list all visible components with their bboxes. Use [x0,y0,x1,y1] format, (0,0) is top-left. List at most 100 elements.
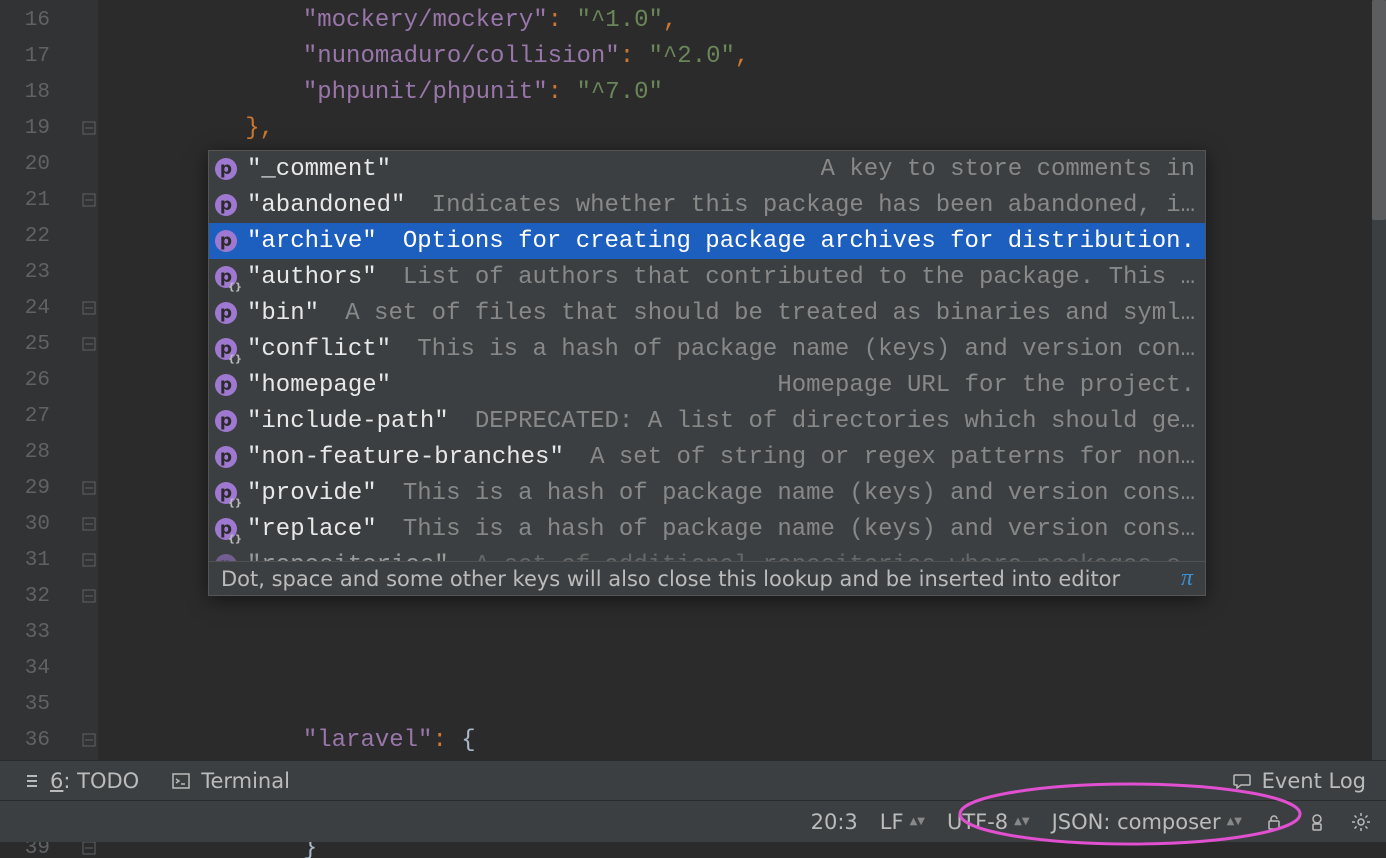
gutter-line[interactable]: 34 [0,650,98,686]
fold-icon[interactable] [82,481,96,495]
completion-item-label: "non-feature-branches" [247,444,564,471]
code-line[interactable]: }, [98,110,1386,146]
gutter-line[interactable]: 28 [0,434,98,470]
fold-icon[interactable] [82,121,96,135]
fold-icon[interactable] [82,733,96,747]
todo-label: : TODO [63,769,139,793]
todo-accel: 6 [50,769,63,793]
fold-icon[interactable] [82,841,96,855]
gutter-line[interactable]: 16 [0,2,98,38]
property-icon: p [215,554,237,561]
completion-item-desc: A set of additional repositories where p… [475,552,1195,562]
completion-item-label: "homepage" [247,372,391,399]
scrollbar-thumb[interactable] [1372,0,1386,220]
gutter-line[interactable]: 24 [0,290,98,326]
completion-popup: p"_comment"A key to store comments inp"a… [208,150,1206,596]
gutter-line[interactable]: 23 [0,254,98,290]
completion-item-desc: This is a hash of package name (keys) an… [417,336,1195,363]
property-icon: p [215,194,237,216]
code-area[interactable]: "mockery/mockery": "^1.0", "nunomaduro/c… [98,0,1386,760]
completion-item-desc: A key to store comments in [821,156,1195,183]
scrollbar-track[interactable] [1372,0,1386,760]
completion-item-desc: This is a hash of package name (keys) an… [403,480,1195,507]
gutter-line[interactable]: 36 [0,722,98,758]
completion-item-desc: A set of files that should be treated as… [345,300,1195,327]
speech-bubble-icon [1232,771,1252,791]
code-line[interactable] [98,650,1386,686]
completion-item-desc: This is a hash of package name (keys) an… [403,516,1195,543]
completion-item-label: "replace" [247,516,377,543]
editor-area: 1617181920212223242526272829303132333435… [0,0,1386,760]
property-icon: p [215,266,237,288]
completion-item[interactable]: p"conflict"This is a hash of package nam… [209,331,1205,367]
fold-icon[interactable] [82,193,96,207]
completion-item[interactable]: p"homepage"Homepage URL for the project. [209,367,1205,403]
code-line[interactable]: "phpunit/phpunit": "^7.0" [98,74,1386,110]
completion-item[interactable]: p"provide"This is a hash of package name… [209,475,1205,511]
pi-icon[interactable]: π [1181,565,1193,592]
completion-item[interactable]: p"archive"Options for creating package a… [209,223,1205,259]
completion-item[interactable]: p "repositories" A set of additional repos… [209,547,1205,561]
completion-hint-bar: Dot, space and some other keys will also… [209,561,1205,595]
gutter-line[interactable]: 31 [0,542,98,578]
line-ending-text: LF [880,810,904,834]
completion-item-label: "include-path" [247,408,449,435]
code-line[interactable] [98,614,1386,650]
eventlog-label: Event Log [1262,769,1366,793]
gutter-line[interactable]: 25 [0,326,98,362]
completion-item-label: "bin" [247,300,319,327]
completion-item[interactable]: p"non-feature-branches"A set of string o… [209,439,1205,475]
todo-toolwindow-button[interactable]: 6: TODO [20,769,139,793]
fold-icon[interactable] [82,301,96,315]
sort-icon: ▲▼ [1014,819,1029,825]
line-ending-selector[interactable]: LF ▲▼ [880,810,925,834]
fold-icon[interactable] [82,553,96,567]
settings-icon[interactable] [1350,811,1372,833]
gutter-line[interactable]: 22 [0,218,98,254]
gutter-line[interactable]: 29 [0,470,98,506]
gutter-line[interactable]: 30 [0,506,98,542]
completion-item[interactable]: p"_comment"A key to store comments in [209,151,1205,187]
sort-icon: ▲▼ [1227,819,1242,825]
gutter-line[interactable]: 20 [0,146,98,182]
gutter-line[interactable]: 26 [0,362,98,398]
property-icon: p [215,230,237,252]
fold-icon[interactable] [82,517,96,531]
gutter-line[interactable]: 27 [0,398,98,434]
encoding-text: UTF-8 [947,810,1008,834]
gutter-line[interactable]: 17 [0,38,98,74]
code-line[interactable]: "laravel": { [98,722,1386,758]
gutter-line[interactable]: 19 [0,110,98,146]
completion-item[interactable]: p"bin"A set of files that should be trea… [209,295,1205,331]
terminal-label: Terminal [201,769,290,793]
lock-icon[interactable] [1264,812,1284,832]
property-icon: p [215,446,237,468]
gutter-line[interactable]: 33 [0,614,98,650]
terminal-icon [171,771,191,791]
completion-item[interactable]: p"include-path"DEPRECATED: A list of dir… [209,403,1205,439]
completion-list[interactable]: p"_comment"A key to store comments inp"a… [209,151,1205,561]
completion-item[interactable]: p"abandoned"Indicates whether this packa… [209,187,1205,223]
code-line[interactable]: "mockery/mockery": "^1.0", [98,2,1386,38]
code-line[interactable] [98,686,1386,722]
fold-icon[interactable] [82,337,96,351]
gutter-line[interactable]: 18 [0,74,98,110]
encoding-selector[interactable]: UTF-8 ▲▼ [947,810,1030,834]
terminal-toolwindow-button[interactable]: Terminal [171,769,290,793]
completion-item[interactable]: p"authors"List of authors that contribut… [209,259,1205,295]
gutter-line[interactable]: 32 [0,578,98,614]
gutter-line[interactable]: 35 [0,686,98,722]
language-selector[interactable]: JSON: composer ▲▼ [1052,810,1242,834]
completion-item-desc: DEPRECATED: A list of directories which … [475,408,1195,435]
fold-icon[interactable] [82,589,96,603]
caret-position-text: 20:3 [811,810,858,834]
gutter-line[interactable]: 21 [0,182,98,218]
completion-item[interactable]: p"replace"This is a hash of package name… [209,511,1205,547]
eventlog-toolwindow-button[interactable]: Event Log [1232,769,1366,793]
completion-item-desc: Homepage URL for the project. [777,372,1195,399]
inspector-icon[interactable] [1306,811,1328,833]
completion-item-label: "repositories" [247,552,449,562]
completion-item-label: "authors" [247,264,377,291]
code-line[interactable]: "nunomaduro/collision": "^2.0", [98,38,1386,74]
caret-position[interactable]: 20:3 [811,810,858,834]
